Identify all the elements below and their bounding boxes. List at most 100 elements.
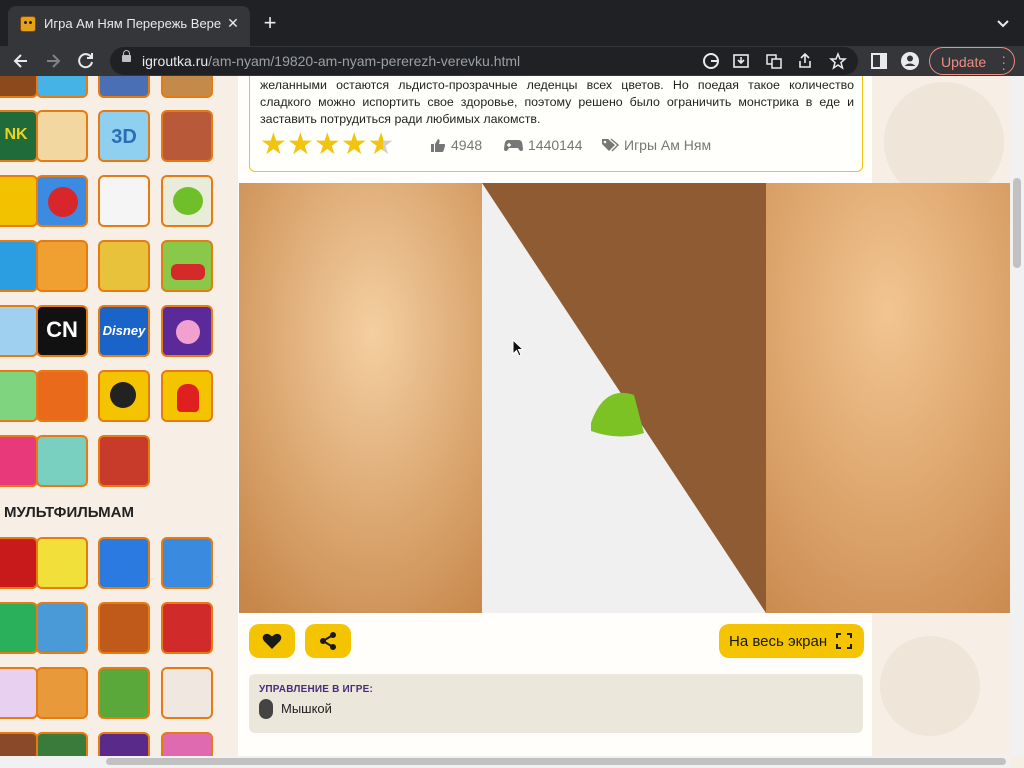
game-thumbnail[interactable] (0, 175, 38, 227)
game-thumbnail-naruto[interactable] (36, 667, 88, 719)
share-icon (320, 632, 336, 650)
star-icon[interactable]: ★ (260, 130, 287, 160)
game-thumbnail-match3[interactable] (161, 305, 213, 357)
game-thumbnail-sonic[interactable] (98, 537, 150, 589)
game-thumbnail[interactable] (0, 240, 38, 292)
game-thumbnail-gangster[interactable] (161, 110, 213, 162)
share-button[interactable] (305, 624, 351, 658)
thumbs-up-icon (431, 139, 446, 152)
game-thumbnail-paw-patrol[interactable] (161, 537, 213, 589)
game-thumbnail-pop-it[interactable] (36, 435, 88, 487)
game-actions-row: На весь экран (238, 616, 872, 674)
address-bar[interactable]: igroutka.ru/am-nyam/19820-am-nyam-perere… (110, 47, 858, 75)
new-tab-button[interactable]: + (259, 12, 281, 34)
game-thumbnail[interactable] (36, 240, 88, 292)
game-thumbnail-among-us[interactable] (161, 370, 213, 422)
game-thumbnail-red-car[interactable] (161, 240, 213, 292)
game-thumbnail[interactable] (36, 732, 88, 756)
game-thumbnail-football-heads[interactable] (36, 110, 88, 162)
side-panel-icon[interactable] (870, 52, 888, 70)
share-page-icon[interactable] (796, 52, 814, 70)
game-thumbnail-cars[interactable] (161, 602, 213, 654)
thumb-text: NK (4, 126, 28, 143)
game-thumbnail-tom-jerry[interactable] (98, 602, 150, 654)
reload-button[interactable] (75, 50, 97, 72)
controls-help-mouse: Мышкой (281, 701, 332, 716)
forward-button[interactable] (42, 50, 64, 72)
game-thumbnail-disney-channel[interactable]: Disney (98, 305, 150, 357)
update-button[interactable]: Update · · · (929, 47, 1015, 75)
game-canvas[interactable] (239, 183, 1010, 613)
game-thumbnail[interactable] (0, 667, 38, 719)
game-thumbnail[interactable] (0, 305, 38, 357)
horizontal-scrollbar[interactable] (0, 756, 1010, 768)
game-thumbnail-spongebob[interactable] (36, 537, 88, 589)
profile-avatar-icon[interactable] (900, 51, 920, 71)
mouse-icon (259, 699, 273, 719)
more-menu-icon[interactable]: · · · (1001, 49, 1006, 75)
game-thumbnail[interactable] (0, 76, 38, 98)
thumb-text: CN (46, 317, 78, 342)
bookmark-star-icon[interactable] (829, 52, 847, 70)
back-button[interactable] (10, 50, 32, 72)
game-thumbnail-adam-eve[interactable] (98, 240, 150, 292)
vertical-scroll-thumb[interactable] (1013, 178, 1021, 268)
plays-value: 1440144 (528, 137, 583, 153)
game-thumbnail[interactable] (0, 537, 38, 589)
background-blob (880, 636, 980, 736)
favorite-button[interactable] (249, 624, 295, 658)
game-thumbnail[interactable] (161, 732, 213, 756)
likes-value: 4948 (451, 137, 483, 153)
tab-search-chevron-icon[interactable] (994, 14, 1012, 32)
install-app-icon[interactable] (732, 52, 750, 70)
translate-icon[interactable] (765, 52, 783, 70)
plays-count: 1440144 (504, 137, 583, 153)
star-icon[interactable]: ★ (287, 130, 314, 160)
game-thumbnail[interactable]: NK (0, 110, 38, 162)
close-tab-icon[interactable]: ✕ (224, 14, 242, 32)
update-label: Update (941, 54, 987, 70)
horizontal-scroll-thumb[interactable] (106, 758, 1006, 765)
game-thumbnail-scooby-doo[interactable] (98, 667, 150, 719)
game-scene (239, 183, 1010, 613)
game-thumbnail-3d[interactable]: 3D (98, 110, 150, 162)
game-thumbnail[interactable] (98, 732, 150, 756)
game-thumbnail-angry-birds-2[interactable] (98, 435, 150, 487)
fullscreen-label: На весь экран (729, 633, 828, 650)
star-icon[interactable]: ★ (314, 130, 341, 160)
site-favicon-icon (20, 16, 36, 32)
game-thumbnail[interactable] (0, 602, 38, 654)
game-thumbnail[interactable] (0, 732, 38, 756)
game-thumbnail-angry-birds[interactable] (36, 175, 88, 227)
game-thumbnail-grandpa[interactable] (161, 667, 213, 719)
game-thumbnail-pandas[interactable] (98, 175, 150, 227)
rating-stars[interactable]: ★★★★★ (260, 130, 395, 160)
game-tag[interactable]: Игры Ам Ням (601, 137, 711, 153)
game-thumbnail-brawl[interactable] (98, 370, 150, 422)
game-thumbnail[interactable] (0, 435, 38, 487)
tag-label: Игры Ам Ням (624, 137, 712, 153)
crewmate-icon (177, 384, 199, 412)
game-thumbnail-gravity-falls[interactable] (36, 602, 88, 654)
browser-tab[interactable]: Игра Ам Ням Перережь Вере ✕ (8, 6, 250, 46)
game-description: желанными остаются льдисто-прозрачные ле… (260, 78, 854, 126)
url-text[interactable]: igroutka.ru/am-nyam/19820-am-nyam-perere… (142, 53, 520, 69)
google-lens-icon[interactable] (702, 52, 720, 70)
controls-help-title: УПРАВЛЕНИЕ В ИГРЕ: (259, 684, 374, 695)
half-star-icon[interactable]: ★ (368, 130, 395, 160)
star-icon[interactable]: ★ (341, 130, 368, 160)
gamepad-icon (504, 140, 523, 151)
game-thumbnail-cut-the-rope[interactable] (161, 175, 213, 227)
game-thumbnail-cartoon-network[interactable]: CN (36, 305, 88, 357)
game-thumbnail[interactable] (36, 76, 88, 98)
thumb-3d-text: 3D (111, 126, 137, 148)
mouse-pointer-icon (512, 339, 524, 357)
vertical-scrollbar[interactable] (1010, 76, 1024, 756)
lock-icon[interactable] (122, 50, 131, 62)
game-thumbnail[interactable] (161, 76, 213, 98)
fullscreen-button[interactable]: На весь экран (719, 624, 864, 658)
game-thumbnail-cannon[interactable] (36, 370, 88, 422)
game-thumbnail[interactable] (98, 76, 150, 98)
game-thumbnail[interactable] (0, 370, 38, 422)
browser-tab-bar: Игра Ам Ням Перережь Вере ✕ + (0, 0, 1024, 46)
